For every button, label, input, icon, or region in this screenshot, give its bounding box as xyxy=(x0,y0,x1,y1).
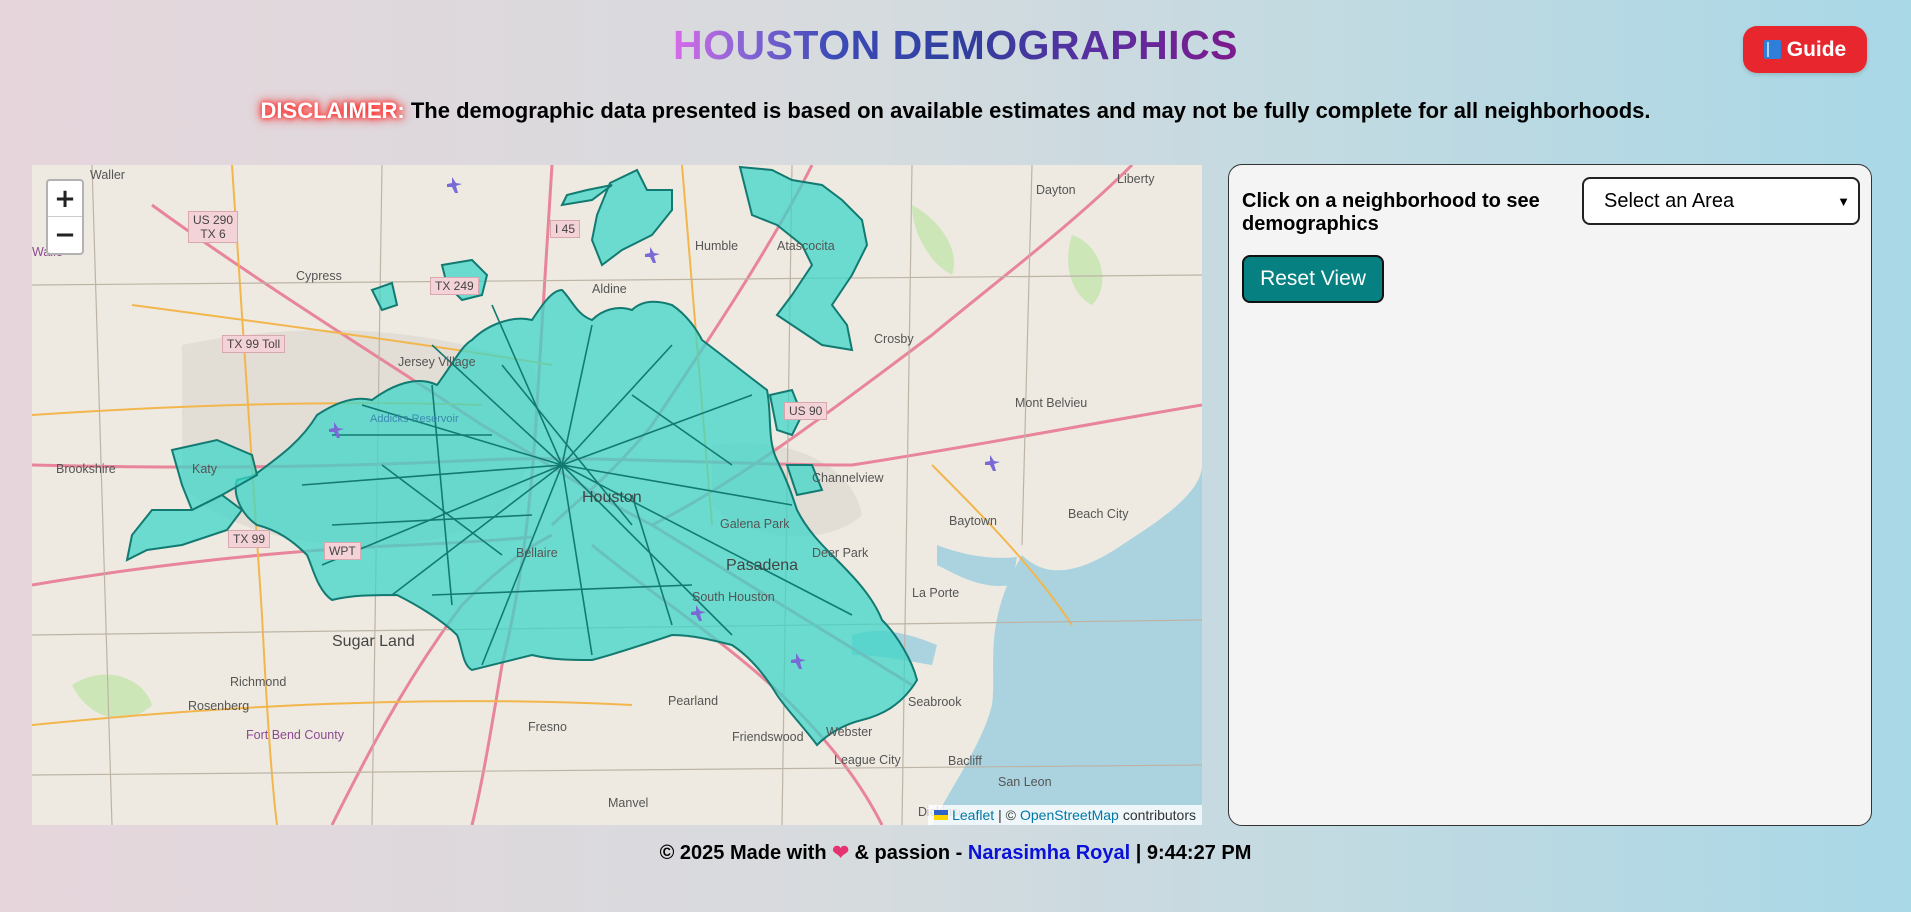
demographics-panel: Click on a neighborhood to see demograph… xyxy=(1228,164,1872,826)
heart-icon: ❤ xyxy=(832,842,849,864)
footer-middle: & passion - xyxy=(854,842,963,864)
guide-button[interactable]: Guide xyxy=(1743,26,1867,73)
place-label: Webster xyxy=(826,725,873,739)
place-label: Mont Belvieu xyxy=(1015,396,1088,410)
disclaimer-label: DISCLAIMER: xyxy=(260,98,405,123)
place-label: Channelview xyxy=(812,471,884,485)
disclaimer: DISCLAIMER: The demographic data present… xyxy=(0,98,1911,124)
place-label: Bellaire xyxy=(516,546,558,560)
highway-shield: TX 99 xyxy=(228,530,271,548)
zoom-in-button[interactable]: + xyxy=(48,181,82,217)
place-label: South Houston xyxy=(692,590,775,604)
leaflet-link[interactable]: Leaflet xyxy=(952,807,994,823)
place-label: Brookshire xyxy=(56,462,116,476)
place-label: Jersey Village xyxy=(398,355,476,369)
guide-label: Guide xyxy=(1786,37,1847,61)
place-label: Pasadena xyxy=(726,557,799,574)
disclaimer-text: The demographic data presented is based … xyxy=(410,98,1651,123)
osm-link[interactable]: OpenStreetMap xyxy=(1020,807,1119,823)
place-label: Richmond xyxy=(230,675,287,689)
place-label: Deer Park xyxy=(812,546,869,560)
zoom-out-button[interactable]: − xyxy=(48,217,82,253)
place-label: Sugar Land xyxy=(332,633,415,650)
place-label: Bacliff xyxy=(948,754,982,768)
park-area xyxy=(1068,235,1103,305)
place-label: Manvel xyxy=(608,796,649,810)
attribution-separator: | © xyxy=(998,807,1016,823)
place-label: Seabrook xyxy=(908,695,962,709)
highway-shield: TX 99 Toll xyxy=(222,335,286,353)
area-select-value: Select an Area xyxy=(1604,189,1735,212)
place-label: Friendswood xyxy=(732,730,804,744)
zoom-control: + − xyxy=(46,179,84,255)
highway-shield: I 45 xyxy=(550,220,581,238)
place-label: Crosby xyxy=(874,332,914,346)
map-attribution: Leaflet | © OpenStreetMap contributors xyxy=(928,805,1202,825)
highway-shield: WPT xyxy=(324,542,361,560)
panel-prompt: Click on a neighborhood to see demograph… xyxy=(1242,190,1540,235)
place-label: Pearland xyxy=(668,694,719,708)
place-label: Beach City xyxy=(1068,507,1129,521)
footer-prefix: © 2025 Made with xyxy=(659,842,827,864)
place-label: Rosenberg xyxy=(188,699,250,713)
reset-view-button[interactable]: Reset View xyxy=(1242,255,1384,303)
highway-shield: US 90 xyxy=(784,402,828,420)
footer: © 2025 Made with ❤ & passion - Narasimha… xyxy=(0,840,1911,865)
place-label: Liberty xyxy=(1117,172,1155,186)
place-label: Katy xyxy=(192,462,218,476)
attribution-contributors: contributors xyxy=(1122,807,1196,823)
highway-shield: TX 249 xyxy=(430,277,479,295)
place-label: Baytown xyxy=(949,514,997,528)
place-label: Waller xyxy=(90,168,125,182)
footer-time: | 9:44:27 PM xyxy=(1135,842,1252,864)
place-label: League City xyxy=(834,753,901,767)
area-select[interactable]: Select an Area ▼ xyxy=(1582,177,1860,225)
place-label: Addicks Reservoir xyxy=(370,413,459,425)
place-label: Fresno xyxy=(528,720,567,734)
book-icon xyxy=(1763,40,1781,59)
place-label: La Porte xyxy=(912,586,960,600)
chevron-down-icon: ▼ xyxy=(1837,193,1850,209)
channel-water xyxy=(937,545,1017,586)
ukraine-flag-icon xyxy=(934,810,949,820)
park-area xyxy=(912,205,954,275)
author-link[interactable]: Narasimha Royal xyxy=(968,842,1130,864)
place-label: Cypress xyxy=(296,269,342,283)
place-label: Aldine xyxy=(592,282,627,296)
place-label: Atascocita xyxy=(777,239,835,253)
place-label: Humble xyxy=(695,239,739,253)
park-area xyxy=(72,674,152,719)
place-label: Dayton xyxy=(1036,183,1076,197)
highway-shield: US 290 TX 6 xyxy=(188,211,239,243)
place-label: Galena Park xyxy=(720,517,790,531)
place-label: San Leon xyxy=(998,775,1052,789)
place-label: Fort Bend County xyxy=(246,728,344,742)
page-title: HOUSTON DEMOGRAPHICS xyxy=(672,22,1239,68)
map[interactable]: Waller Cypress Jersey Village Aldine Hum… xyxy=(32,165,1202,825)
place-label: Houston xyxy=(582,489,642,506)
